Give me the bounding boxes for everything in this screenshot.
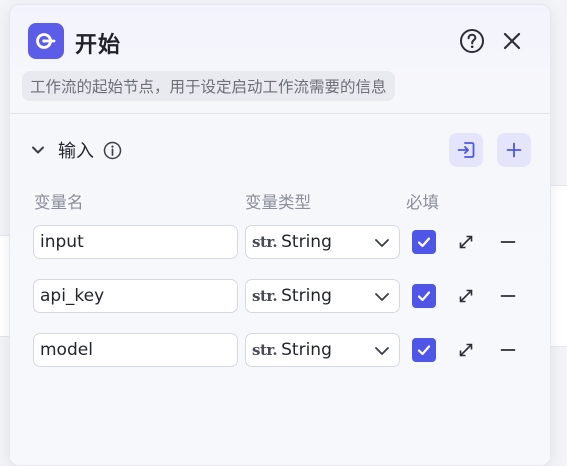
- node-description: 工作流的起始节点，用于设定启动工作流需要的信息: [22, 71, 395, 101]
- variable-row: str. String: [10, 225, 550, 261]
- panel-title: 开始: [75, 33, 122, 58]
- column-header-type: 变量类型: [245, 193, 311, 212]
- remove-variable-button[interactable]: [498, 340, 518, 360]
- check-icon: [417, 237, 431, 248]
- expand-button[interactable]: [456, 286, 476, 306]
- minus-icon: [500, 349, 516, 351]
- variable-type-select[interactable]: str. String: [245, 225, 400, 259]
- expand-button[interactable]: [456, 340, 476, 360]
- check-icon: [417, 291, 431, 302]
- help-icon: [460, 29, 484, 53]
- type-prefix: str.: [252, 287, 278, 305]
- chevron-down-icon: [32, 146, 44, 154]
- chevron-down-icon: [375, 293, 389, 301]
- remove-variable-button[interactable]: [498, 232, 518, 252]
- plus-icon: [506, 142, 522, 158]
- type-label: String: [281, 286, 332, 306]
- panel-header: 开始: [24, 23, 536, 63]
- chevron-down-icon: [375, 239, 389, 247]
- close-icon: [503, 32, 521, 50]
- add-variable-button[interactable]: [497, 133, 531, 167]
- import-variables-button[interactable]: [449, 133, 483, 167]
- variable-name-input[interactable]: [33, 225, 238, 259]
- expand-button[interactable]: [456, 232, 476, 252]
- expand-icon: [459, 289, 473, 303]
- input-section-title: 输入: [58, 141, 94, 162]
- info-icon[interactable]: [102, 140, 122, 160]
- variable-name-input[interactable]: [33, 279, 238, 313]
- column-header-required: 必填: [406, 193, 439, 212]
- expand-icon: [459, 343, 473, 357]
- input-section-header: 输入: [28, 135, 122, 165]
- help-button[interactable]: [458, 27, 486, 55]
- type-prefix: str.: [252, 341, 278, 359]
- type-label: String: [281, 232, 332, 252]
- required-checkbox[interactable]: [412, 230, 436, 254]
- variable-type-select[interactable]: str. String: [245, 333, 400, 367]
- close-button[interactable]: [498, 27, 526, 55]
- import-icon: [457, 142, 475, 158]
- type-prefix: str.: [252, 233, 278, 251]
- variable-type-select[interactable]: str. String: [245, 279, 400, 313]
- expand-icon: [459, 235, 473, 249]
- minus-icon: [500, 295, 516, 297]
- required-checkbox[interactable]: [412, 284, 436, 308]
- variable-name-input[interactable]: [33, 333, 238, 367]
- column-header-name: 变量名: [34, 193, 84, 212]
- chevron-down-icon: [375, 347, 389, 355]
- collapse-toggle[interactable]: [28, 140, 48, 160]
- required-checkbox[interactable]: [412, 338, 436, 362]
- start-node-icon: [28, 23, 64, 59]
- start-node-panel: 开始 工作流的起始节点，用于设定启动工作流需要的信息 输入 变量名 变量类型 必…: [9, 4, 551, 466]
- remove-variable-button[interactable]: [498, 286, 518, 306]
- variable-row: str. String: [10, 333, 550, 369]
- type-label: String: [281, 340, 332, 360]
- variable-row: str. String: [10, 279, 550, 315]
- minus-icon: [500, 241, 516, 243]
- divider: [10, 113, 550, 114]
- check-icon: [417, 345, 431, 356]
